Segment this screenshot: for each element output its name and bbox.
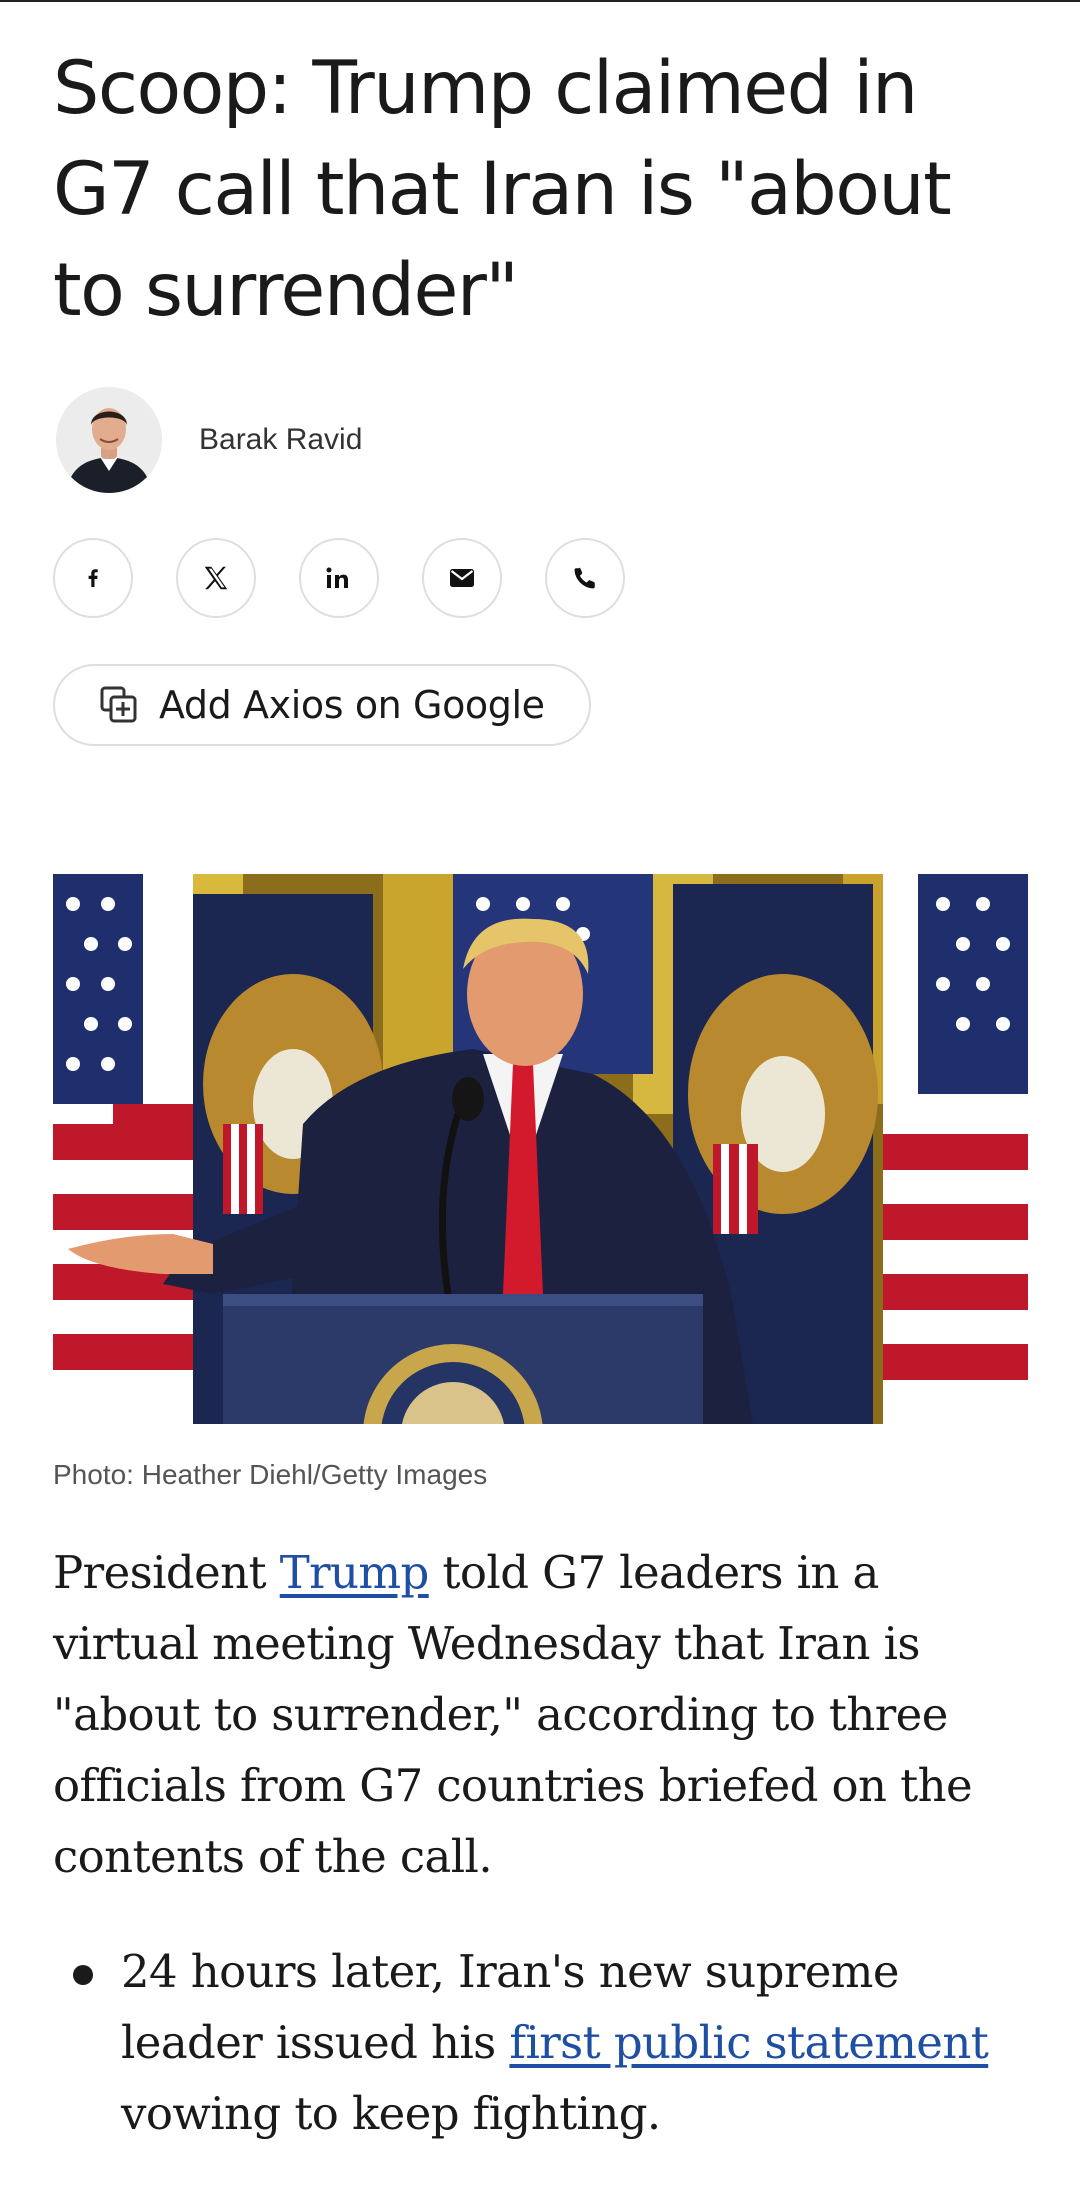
share-linkedin-button[interactable]	[299, 538, 379, 618]
author-avatar[interactable]	[56, 387, 162, 493]
lead-text-start: President	[53, 1546, 280, 1599]
first-public-statement-link[interactable]: first public statement	[509, 2016, 988, 2069]
share-phone-button[interactable]	[545, 538, 625, 618]
phone-icon	[574, 567, 595, 589]
article-photo	[53, 874, 1028, 1424]
bullet-text-end: vowing to keep fighting.	[121, 2087, 661, 2140]
share-buttons	[53, 538, 625, 618]
lead-paragraph: President Trump told G7 leaders in a vir…	[53, 1537, 1028, 1892]
x-icon	[204, 566, 228, 590]
add-axios-on-google-button[interactable]: Add Axios on Google	[53, 664, 591, 746]
bullet-list: 24 hours later, Iran's new supreme leade…	[53, 1936, 1028, 2149]
email-icon	[450, 569, 474, 587]
add-source-icon	[98, 684, 140, 726]
bullet-marker	[73, 1965, 93, 1985]
bullet-item: 24 hours later, Iran's new supreme leade…	[53, 1936, 1028, 2149]
photo-caption: Photo: Heather Diehl/Getty Images	[53, 1459, 488, 1490]
linkedin-icon	[326, 567, 348, 588]
trump-link[interactable]: Trump	[280, 1546, 430, 1599]
author-name[interactable]: Barak Ravid	[199, 423, 362, 457]
article-headline: Scoop: Trump claimed in G7 call that Ira…	[53, 46, 952, 333]
share-email-button[interactable]	[422, 538, 502, 618]
add-axios-on-google-label: Add Axios on Google	[159, 683, 545, 727]
share-x-button[interactable]	[176, 538, 256, 618]
top-divider	[0, 0, 1080, 2]
byline[interactable]: Barak Ravid	[56, 386, 362, 494]
share-facebook-button[interactable]	[53, 538, 133, 618]
facebook-icon	[88, 569, 98, 587]
